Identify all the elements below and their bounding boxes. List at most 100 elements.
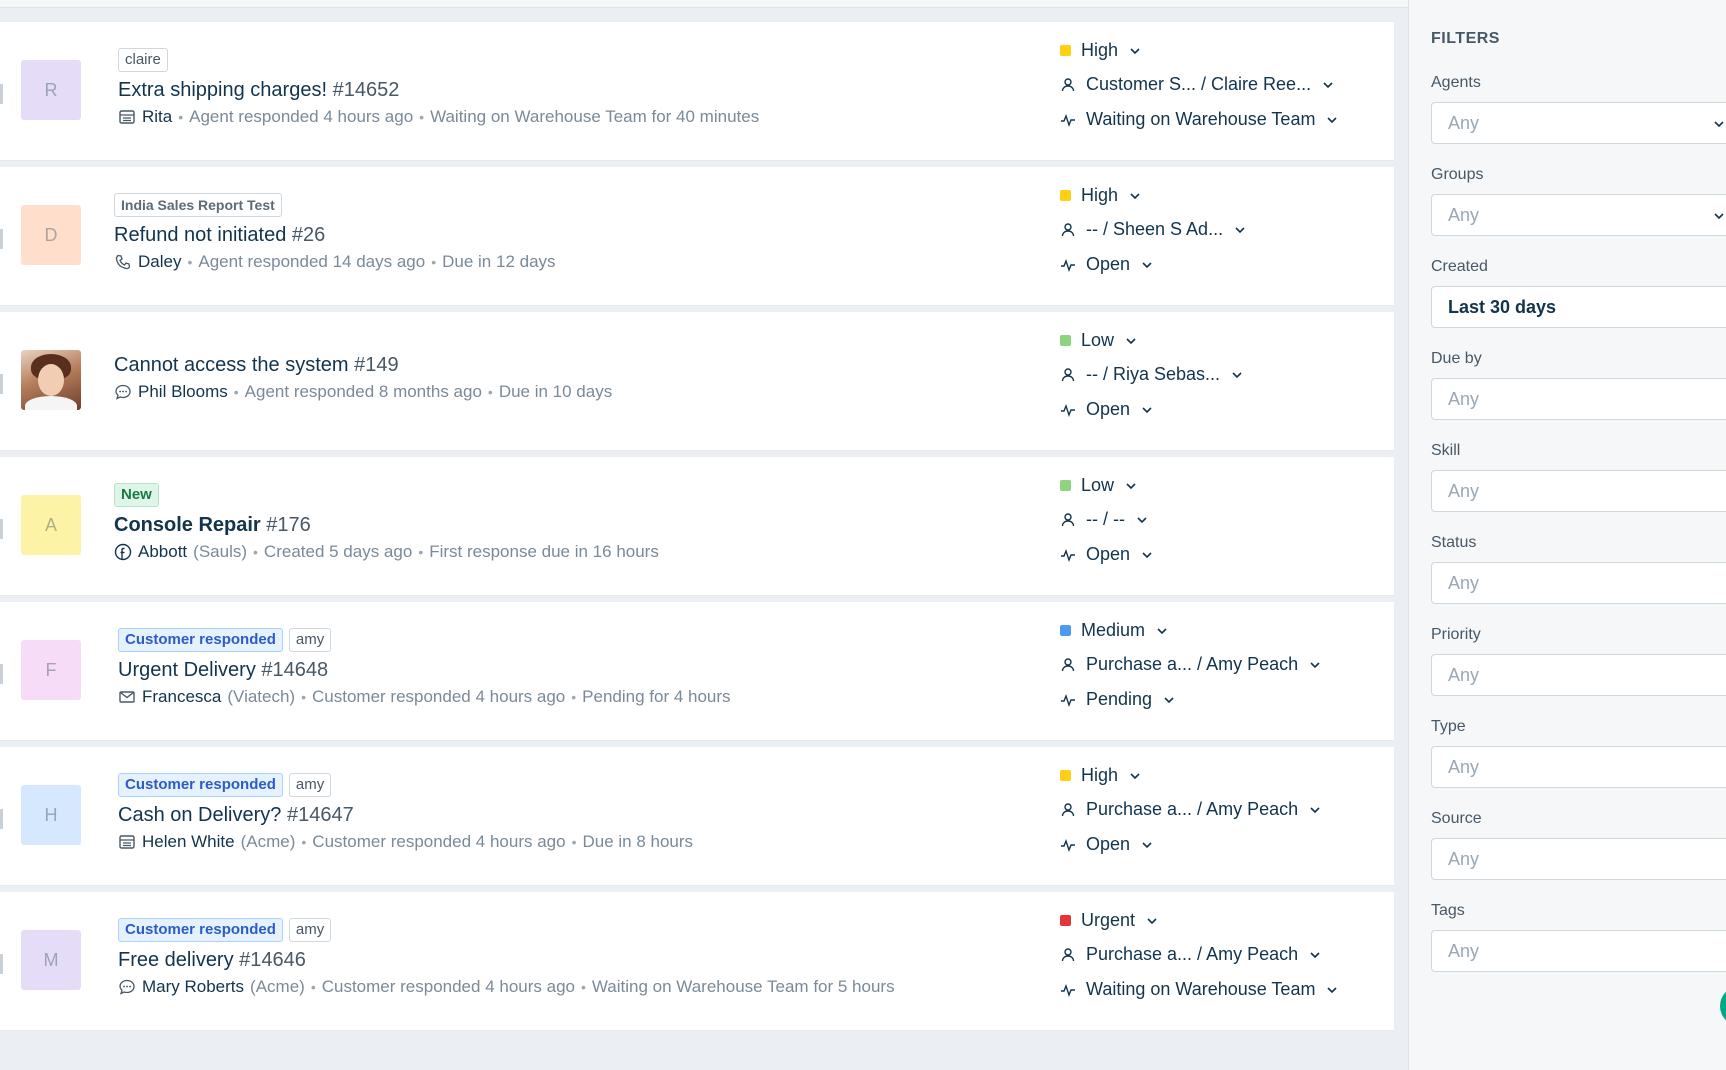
select-checkbox[interactable] (0, 664, 3, 684)
ticket-number: #14648 (261, 659, 329, 681)
requester-name[interactable]: Mary Roberts (142, 977, 244, 997)
requester-company: (Acme) (240, 832, 296, 851)
ticket-card[interactable]: D India Sales Report Test Refund not initi… (0, 167, 1394, 306)
ticket-card[interactable]: F Customer responded amy Urgent Delivery #1… (0, 602, 1394, 741)
ticket-meta: Mary Roberts (Acme) • Customer responded 4 … (118, 977, 895, 997)
priority-indicator (1060, 770, 1071, 781)
chevron-down-icon (1140, 258, 1154, 272)
requester-name[interactable]: Daley (138, 252, 181, 272)
status-dropdown[interactable]: Waiting on Warehouse Team (1060, 109, 1339, 130)
status-dropdown[interactable]: Open (1060, 834, 1154, 855)
filter-label: Groups (1431, 166, 1484, 183)
assignee-dropdown[interactable]: -- / Riya Sebas... (1060, 364, 1244, 385)
select-checkbox[interactable] (0, 519, 3, 539)
select-checkbox[interactable] (0, 809, 3, 829)
assignee-label: Customer S... / Claire Ree... (1086, 74, 1312, 94)
status-dropdown[interactable]: Pending (1060, 689, 1176, 710)
separator-dot: • (418, 544, 424, 560)
phone-icon (114, 253, 132, 271)
filter-created-select[interactable]: Last 30 days (1431, 286, 1726, 328)
ticket-subject-link[interactable]: Cannot access the system #149 (114, 354, 399, 377)
chevron-down-icon (1308, 948, 1322, 962)
ticket-subject-link[interactable]: Extra shipping charges! #14652 (118, 79, 399, 102)
ticket-subject-link[interactable]: Refund not initiated #26 (114, 224, 325, 247)
chat-icon (114, 383, 132, 401)
separator-dot: • (431, 254, 437, 270)
filter-tags-select[interactable]: Any (1431, 930, 1726, 972)
separator-dot: • (571, 689, 577, 705)
select-checkbox[interactable] (0, 229, 3, 249)
chevron-down-icon (1128, 189, 1142, 203)
customer-responded-badge: Customer responded (118, 773, 283, 797)
requester-avatar: F (21, 640, 81, 700)
ticket-card[interactable]: H Customer responded amy Cash on Delivery? … (0, 747, 1394, 886)
ticket-subject-link[interactable]: Free delivery #14646 (118, 949, 306, 972)
chat-icon (118, 978, 136, 996)
filter-due-by-select[interactable]: Any (1431, 378, 1726, 420)
requester-company: (Acme) (250, 977, 305, 996)
priority-dropdown[interactable]: High (1060, 765, 1142, 786)
status-dropdown[interactable]: Open (1060, 399, 1154, 420)
assignee-dropdown[interactable]: -- / -- (1060, 509, 1149, 530)
status-dropdown[interactable]: Open (1060, 544, 1154, 565)
assignee-dropdown[interactable]: Customer S... / Claire Ree... (1060, 74, 1335, 95)
filter-groups-select[interactable]: Any (1431, 194, 1726, 236)
select-checkbox[interactable] (0, 954, 3, 974)
chevron-down-icon (1140, 548, 1154, 562)
status-dropdown[interactable]: Open (1060, 254, 1154, 275)
ticket-card[interactable]: M Customer responded amy Free delivery #146… (0, 892, 1394, 1031)
ticket-card[interactable]: A New Console Repair #176 Abbott (Sauls) • Cre… (0, 457, 1394, 596)
priority-dropdown[interactable]: High (1060, 40, 1142, 61)
filter-skill-select[interactable]: Any (1431, 470, 1726, 512)
ticket-title: Console Repair (114, 514, 261, 536)
status-dropdown[interactable]: Waiting on Warehouse Team (1060, 979, 1339, 1000)
assignee-label: Purchase a... / Amy Peach (1086, 944, 1299, 964)
activity-text: Agent responded 14 days ago (198, 252, 426, 271)
ticket-title: Cash on Delivery? (118, 804, 282, 826)
filter-type-select[interactable]: Any (1431, 746, 1726, 788)
chevron-down-icon (1712, 115, 1726, 136)
activity-text: Customer responded 4 hours ago (321, 977, 575, 996)
filter-priority-select[interactable]: Any (1431, 654, 1726, 696)
activity-text: Agent responded 4 hours ago (189, 107, 414, 126)
person-icon (1060, 367, 1076, 383)
select-checkbox[interactable] (0, 374, 3, 394)
chevron-down-icon (1308, 658, 1322, 672)
priority-dropdown[interactable]: High (1060, 185, 1142, 206)
ticket-card[interactable]: Cannot access the system #149 Phil Blooms… (0, 312, 1394, 451)
filter-value: Any (1448, 112, 1480, 133)
status-label: Open (1086, 254, 1131, 274)
chevron-down-icon (1321, 78, 1335, 92)
requester-name[interactable]: Francesca (142, 687, 221, 707)
ticket-subject-link[interactable]: Urgent Delivery #14648 (118, 659, 328, 682)
requester-name[interactable]: Helen White (142, 832, 235, 852)
ticket-card[interactable]: Rclaire Extra shipping charges! #14652 Rit… (0, 22, 1394, 161)
requester-name[interactable]: Rita (142, 107, 172, 127)
priority-dropdown[interactable]: Medium (1060, 620, 1169, 641)
assignee-dropdown[interactable]: -- / Sheen S Ad... (1060, 219, 1247, 240)
assignee-dropdown[interactable]: Purchase a... / Amy Peach (1060, 944, 1322, 965)
separator-dot: • (233, 384, 239, 400)
requester-name[interactable]: Phil Blooms (138, 382, 228, 402)
priority-dropdown[interactable]: Low (1060, 475, 1138, 496)
filter-source-select[interactable]: Any (1431, 838, 1726, 880)
select-checkbox[interactable] (0, 84, 3, 104)
filter-value: Any (1448, 940, 1480, 961)
filter-value: Any (1448, 388, 1480, 409)
priority-dropdown[interactable]: Low (1060, 330, 1138, 351)
priority-dropdown[interactable]: Urgent (1060, 910, 1159, 931)
assignee-dropdown[interactable]: Purchase a... / Amy Peach (1060, 654, 1322, 675)
activity-text: Created 5 days ago (263, 542, 413, 561)
ticket-subject-link[interactable]: Console Repair #176 (114, 514, 311, 537)
requester-name[interactable]: Abbott (138, 542, 187, 562)
chevron-down-icon (1140, 838, 1154, 852)
filter-agents-select[interactable]: Any (1431, 102, 1726, 144)
assignee-dropdown[interactable]: Purchase a... / Amy Peach (1060, 799, 1322, 820)
ticket-subject-link[interactable]: Cash on Delivery? #14647 (118, 804, 354, 827)
tag-label: amy (288, 773, 332, 797)
filter-status-select[interactable]: Any (1431, 562, 1726, 604)
person-icon (1060, 947, 1076, 963)
ticket-meta: Rita • Agent responded 4 hours ago • Waiting… (118, 107, 759, 127)
ticket-title: Refund not initiated (114, 224, 287, 246)
activity-icon (1060, 402, 1076, 418)
